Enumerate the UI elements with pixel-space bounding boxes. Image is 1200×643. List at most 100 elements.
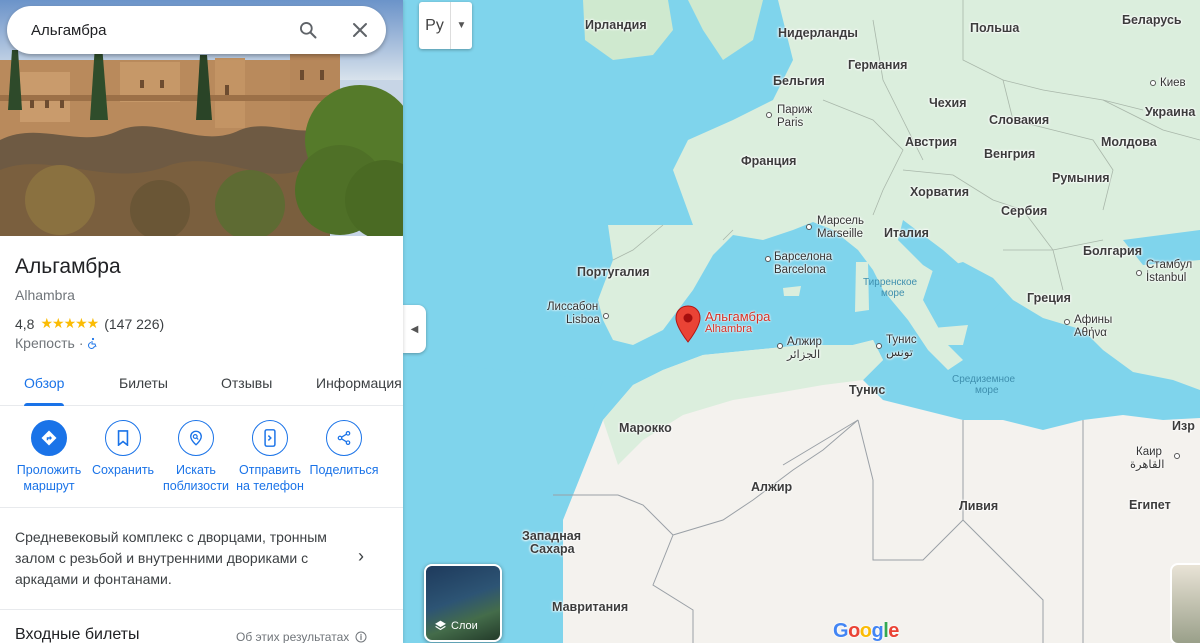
- tab-reviews[interactable]: Отзывы: [221, 362, 272, 406]
- nearby-button[interactable]: Искать поблизости: [156, 420, 236, 494]
- rating-stars-icon: ★★★★★: [40, 315, 99, 331]
- directions-label-2: маршрут: [23, 479, 75, 493]
- map-label-hungary: Венгрия: [984, 147, 1036, 161]
- share-button[interactable]: Поделиться: [304, 420, 384, 478]
- city-dot-algiers: [777, 343, 783, 349]
- search-box[interactable]: [7, 6, 386, 54]
- map-label-libya: Ливия: [959, 499, 999, 513]
- save-button[interactable]: Сохранить: [83, 420, 163, 478]
- map-label-austria: Австрия: [905, 135, 958, 149]
- rating-value: 4,8: [15, 315, 35, 332]
- map-label-morocco: Марокко: [619, 421, 672, 435]
- directions-label-1: Проложить: [16, 463, 82, 477]
- map-label-algeria: Алжир: [751, 480, 793, 494]
- map-label-greece: Греция: [1027, 291, 1071, 305]
- map-label-belarus: Беларусь: [1122, 13, 1182, 27]
- rating-row: 4,8 ★★★★★ (147 226): [15, 315, 164, 332]
- place-description[interactable]: Средневековый комплекс с дворцами, тронн…: [15, 527, 355, 590]
- map-label-france: Франция: [741, 154, 797, 168]
- pin-label-name: Альгамбра: [705, 309, 771, 324]
- map-language-button[interactable]: Ру ▼: [419, 2, 472, 49]
- collapse-panel-button[interactable]: ◀: [403, 305, 426, 353]
- map-label-med-2: море: [975, 385, 999, 396]
- city-dot-cairo: [1174, 453, 1180, 459]
- city-dot-tunis: [876, 343, 882, 349]
- map-label-poland: Польша: [970, 21, 1020, 35]
- category-separator: ·: [78, 335, 84, 351]
- map-label-moldova: Молдова: [1101, 135, 1157, 149]
- search-icon: [300, 22, 317, 39]
- tab-info[interactable]: Информация: [316, 362, 402, 406]
- map-label-cairo: القاهرة: [1130, 459, 1165, 471]
- map-label-barcelona-ru: Барселона: [774, 251, 833, 263]
- map-label-tunisia: Тунис: [849, 383, 886, 397]
- map-label-lisbon-ru: Лиссабон: [547, 301, 599, 313]
- map-label-med-1: Средиземное: [952, 374, 1016, 385]
- place-panel: Альгамбра Alhambra 4,8 ★★★★★ (147 226) К…: [0, 0, 403, 643]
- directions-icon: [41, 430, 57, 446]
- map-label-tyrrhenian-2: море: [881, 288, 905, 299]
- category-row: Крепость ·: [15, 335, 99, 351]
- city-dot-lisbon: [603, 313, 609, 319]
- map-language-label: Ру: [419, 2, 451, 49]
- map-label-western-sahara-2: Сахара: [530, 542, 575, 556]
- map-label-ireland: Ирландия: [585, 18, 647, 32]
- city-dot-barcelona: [765, 256, 771, 262]
- maps-app: Ирландия Нидерланды Польша Беларусь Герм…: [0, 0, 1200, 643]
- place-tabs: Обзор Билеты Отзывы Информация: [0, 362, 403, 406]
- map-label-cairo-ru: Каир: [1136, 446, 1162, 458]
- chevron-right-icon[interactable]: ›: [358, 546, 364, 567]
- map-label-czech: Чехия: [929, 96, 967, 110]
- share-icon: [337, 431, 351, 445]
- place-pin-icon[interactable]: [675, 305, 701, 343]
- caret-down-icon[interactable]: ▼: [451, 20, 472, 31]
- city-dot-marseille: [806, 224, 812, 230]
- wheelchair-accessible-icon[interactable]: [87, 337, 99, 349]
- city-dot-paris: [766, 112, 772, 118]
- pin-label[interactable]: Альгамбра Alhambra: [705, 310, 770, 336]
- map-label-mauritania: Мавритания: [552, 600, 629, 614]
- layers-label: Слои: [451, 619, 478, 632]
- place-category[interactable]: Крепость: [15, 335, 75, 351]
- map-label-marseille-ru: Марсель: [817, 215, 864, 227]
- nearby-label-2: поблизости: [162, 479, 230, 493]
- map-label-belgium: Бельгия: [773, 74, 825, 88]
- reviews-count[interactable]: (147 226): [104, 316, 164, 332]
- pin-label-latin: Alhambra: [705, 323, 753, 335]
- city-dot-istanbul: [1136, 270, 1142, 276]
- map-label-algiers-ru: Алжир: [787, 336, 822, 348]
- divider: [0, 609, 403, 610]
- search-button[interactable]: [282, 6, 334, 54]
- share-label: Поделиться: [309, 463, 379, 477]
- map-label-germany: Германия: [848, 58, 908, 72]
- imagery-thumbnail[interactable]: [1170, 563, 1200, 643]
- map-label-athens: Αθήνα: [1074, 327, 1107, 339]
- map-view[interactable]: Ирландия Нидерланды Польша Беларусь Герм…: [403, 0, 1200, 643]
- search-input[interactable]: [7, 7, 282, 53]
- map-label-kyiv: Киев: [1160, 77, 1186, 89]
- tickets-heading: Входные билеты: [15, 626, 140, 643]
- tickets-note-text: Об этих результатах: [236, 630, 350, 643]
- tab-overview[interactable]: Обзор: [24, 362, 65, 406]
- send-to-phone-button[interactable]: Отправить на телефон: [230, 420, 310, 494]
- map-label-istanbul-ru: Стамбул: [1146, 259, 1193, 271]
- map-label-egypt: Египет: [1129, 498, 1171, 512]
- map-label-istanbul: İstanbul: [1146, 272, 1187, 284]
- map-label-athens-ru: Афины: [1074, 314, 1113, 326]
- nearby-label-1: Искать: [176, 463, 216, 477]
- tab-tickets[interactable]: Билеты: [119, 362, 168, 406]
- layers-button[interactable]: Слои: [424, 564, 502, 642]
- map-label-serbia: Сербия: [1001, 204, 1048, 218]
- map-label-israel: Изр: [1172, 419, 1195, 433]
- save-label: Сохранить: [91, 463, 155, 477]
- layers-icon: [435, 620, 446, 631]
- clear-search-button[interactable]: [334, 6, 386, 54]
- map-label-slovakia: Словакия: [989, 113, 1050, 127]
- chevron-left-icon: ◀: [410, 323, 419, 335]
- google-logo: Google: [833, 620, 899, 642]
- close-icon: [353, 23, 367, 37]
- map-label-croatia: Хорватия: [910, 185, 970, 199]
- tickets-note[interactable]: Об этих результатах: [236, 630, 367, 643]
- place-photo[interactable]: [0, 0, 403, 236]
- directions-button[interactable]: Проложить маршрут: [9, 420, 89, 494]
